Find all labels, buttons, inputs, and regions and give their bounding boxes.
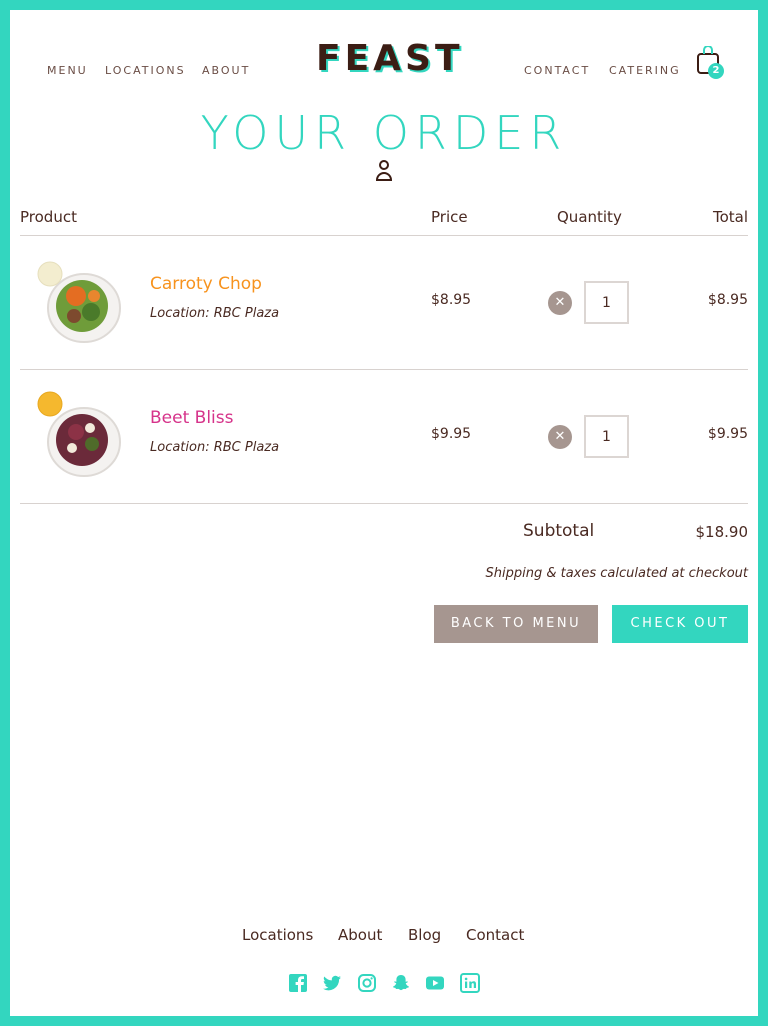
nav-about[interactable]: ABOUT — [202, 64, 250, 77]
subtotal-label: Subtotal — [523, 521, 595, 541]
product-name-link[interactable]: Beet Bliss — [150, 408, 233, 428]
line-total: $9.95 — [707, 426, 748, 442]
logo[interactable]: FEAST — [316, 38, 460, 79]
footer-link-contact[interactable]: Contact — [466, 926, 524, 944]
footer-link-locations[interactable]: Locations — [242, 926, 313, 944]
facebook-icon[interactable] — [288, 973, 308, 993]
twitter-icon[interactable] — [322, 973, 342, 993]
cart-count-badge: 2 — [708, 63, 724, 79]
column-header-product: Product — [20, 208, 77, 226]
close-icon: ✕ — [554, 295, 566, 310]
youtube-icon[interactable] — [425, 973, 445, 993]
dressing-cup — [37, 261, 63, 287]
dressing-cup — [37, 391, 63, 417]
product-name-link[interactable]: Carroty Chop — [150, 274, 262, 294]
unit-price: $8.95 — [431, 292, 472, 308]
quantity-input[interactable] — [584, 281, 629, 324]
account-icon[interactable] — [374, 158, 394, 184]
instagram-icon[interactable] — [357, 973, 377, 993]
checkout-button[interactable]: CHECK OUT — [612, 605, 748, 643]
page-title: YOUR ORDER — [200, 106, 568, 160]
remove-item-button[interactable]: ✕ — [548, 425, 572, 449]
subtotal-value: $18.90 — [695, 523, 749, 541]
footer-link-blog[interactable]: Blog — [408, 926, 441, 944]
column-header-total: Total — [712, 208, 748, 226]
row-divider — [20, 503, 748, 504]
nav-catering[interactable]: CATERING — [609, 64, 681, 77]
cart-item-row: Beet Bliss Location: RBC Plaza $9.95 ✕ $… — [20, 370, 748, 504]
unit-price: $9.95 — [431, 426, 472, 442]
remove-item-button[interactable]: ✕ — [548, 291, 572, 315]
nav-menu[interactable]: MENU — [47, 64, 88, 77]
footer-link-about[interactable]: About — [338, 926, 382, 944]
shipping-note: Shipping & taxes calculated at checkout — [485, 566, 749, 581]
column-header-quantity: Quantity — [557, 208, 622, 226]
close-icon: ✕ — [554, 429, 566, 444]
snapchat-icon[interactable] — [391, 973, 411, 993]
product-thumbnail[interactable] — [36, 256, 121, 343]
linkedin-icon[interactable] — [460, 973, 480, 993]
back-to-menu-button[interactable]: BACK TO MENU — [434, 605, 598, 643]
product-location: Location: RBC Plaza — [150, 440, 280, 455]
cart-button[interactable]: 2 — [696, 45, 724, 80]
column-header-price: Price — [431, 208, 468, 226]
product-location: Location: RBC Plaza — [150, 306, 280, 321]
product-thumbnail[interactable] — [36, 390, 121, 477]
line-total: $8.95 — [707, 292, 748, 308]
cart-item-row: Carroty Chop Location: RBC Plaza $8.95 ✕… — [20, 236, 748, 370]
nav-contact[interactable]: CONTACT — [524, 64, 590, 77]
nav-locations[interactable]: LOCATIONS — [105, 64, 186, 77]
quantity-input[interactable] — [584, 415, 629, 458]
page-frame: MENU LOCATIONS ABOUT FEAST CONTACT CATER… — [10, 10, 758, 1016]
